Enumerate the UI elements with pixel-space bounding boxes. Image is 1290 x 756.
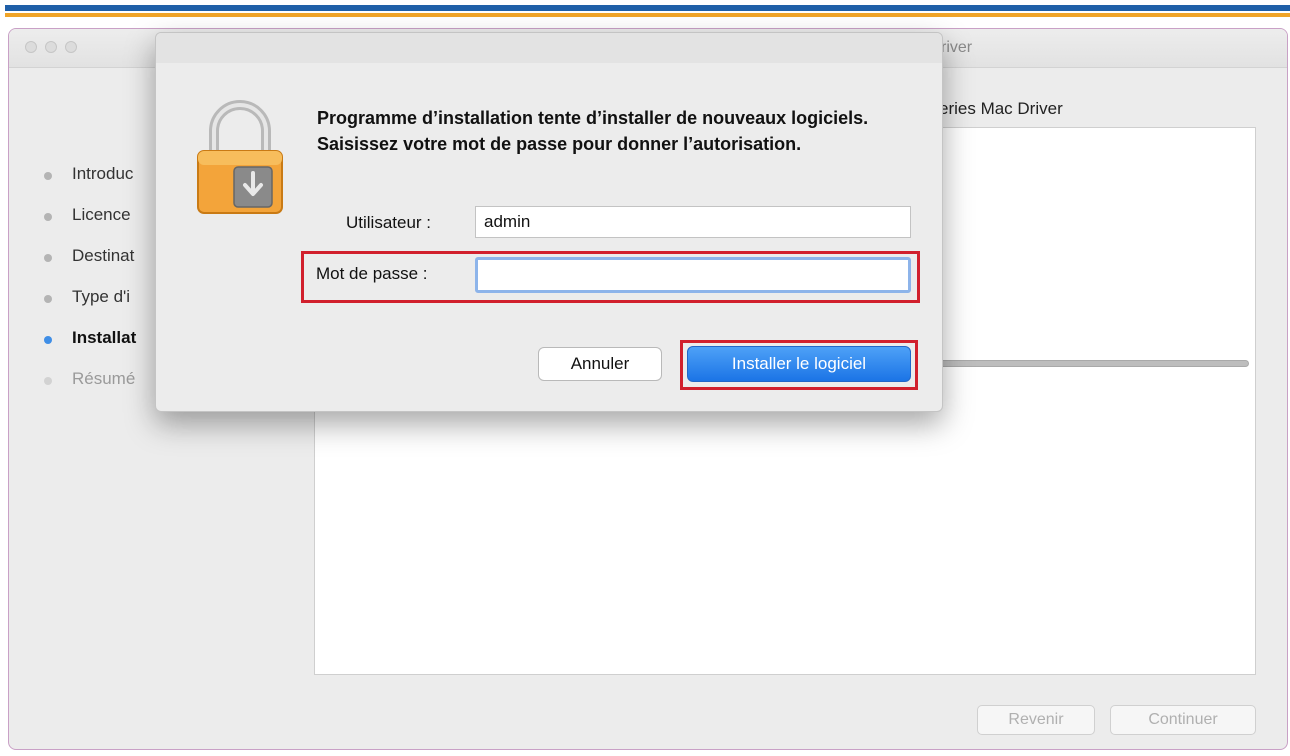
progress-bar bbox=[935, 360, 1249, 367]
install-button-highlight-box bbox=[680, 340, 918, 390]
minimize-window-button[interactable] bbox=[45, 41, 57, 53]
back-button[interactable]: Revenir bbox=[977, 705, 1095, 735]
password-highlight-box bbox=[301, 251, 920, 303]
header-stripe-blue bbox=[5, 5, 1290, 11]
step-label: Installat bbox=[72, 328, 137, 347]
step-dot bbox=[44, 172, 52, 180]
installer-subtitle: eries Mac Driver bbox=[939, 99, 1063, 118]
dialog-message: Programme d’installation tente d’install… bbox=[317, 108, 869, 154]
step-label: Résumé bbox=[72, 369, 136, 388]
lock-icon bbox=[197, 100, 283, 214]
step-dot bbox=[44, 254, 52, 262]
user-label: Utilisateur : bbox=[346, 213, 432, 232]
window-title: river bbox=[941, 39, 973, 56]
step-label: Type d'i bbox=[72, 287, 131, 306]
step-label: Licence bbox=[72, 205, 131, 224]
close-window-button[interactable] bbox=[25, 41, 37, 53]
step-dot bbox=[44, 213, 52, 221]
step-label: Introduc bbox=[72, 164, 134, 183]
continue-button[interactable]: Continuer bbox=[1110, 705, 1256, 735]
cancel-button[interactable]: Annuler bbox=[538, 347, 662, 381]
step-dot bbox=[44, 377, 52, 385]
step-dot bbox=[44, 295, 52, 303]
username-field[interactable]: admin bbox=[475, 206, 911, 238]
header-stripe-orange bbox=[5, 13, 1290, 17]
password-dialog: Programme d’installation tente d’install… bbox=[155, 32, 943, 412]
step-dot-active bbox=[44, 336, 52, 344]
dialog-top-bar bbox=[156, 33, 942, 63]
zoom-window-button[interactable] bbox=[65, 41, 77, 53]
step-label: Destinat bbox=[72, 246, 135, 265]
